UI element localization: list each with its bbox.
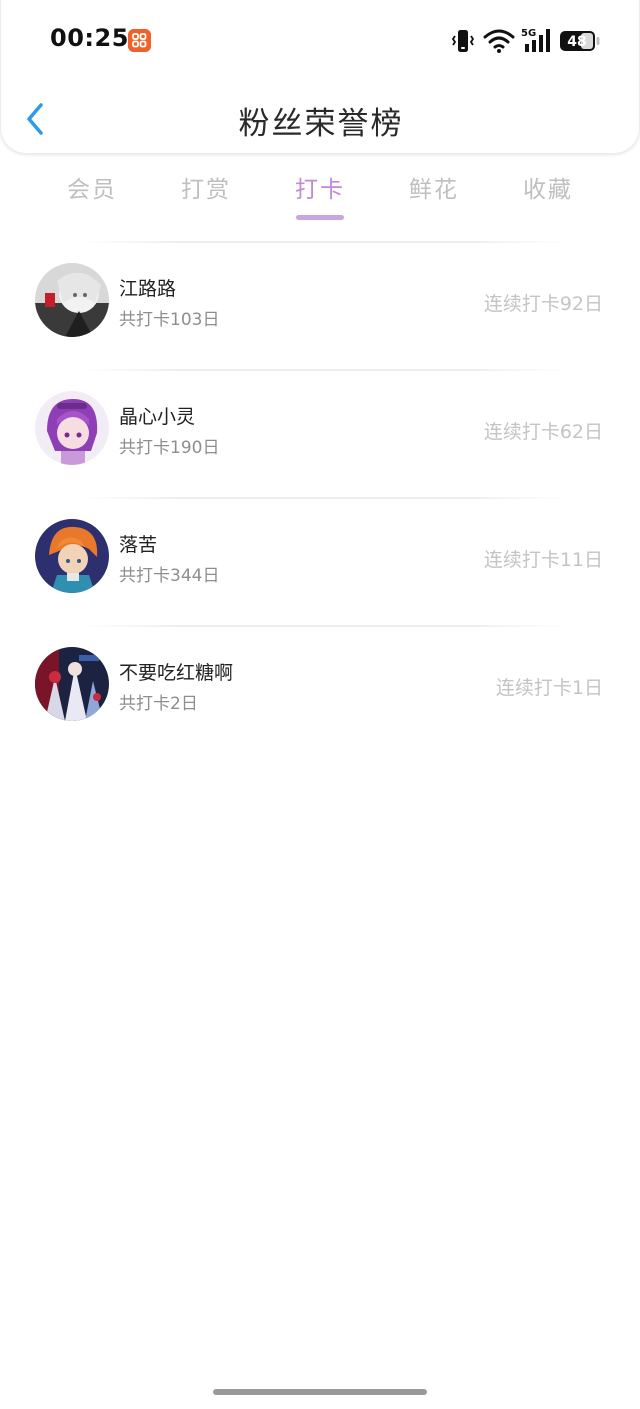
battery-icon: 48 xyxy=(559,30,601,56)
battery-level: 48 xyxy=(567,34,586,50)
fan-total-checkins: 共打卡344日 xyxy=(119,566,220,586)
network-type-label: 5G xyxy=(521,28,536,39)
tab-flowers[interactable]: 鲜花 xyxy=(377,170,491,222)
fan-name: 晶心小灵 xyxy=(119,406,196,428)
wifi-icon xyxy=(483,28,515,58)
avatar xyxy=(35,263,109,337)
tab-checkin-label: 打卡 xyxy=(295,177,345,203)
tab-reward[interactable]: 打赏 xyxy=(149,170,263,222)
avatar xyxy=(35,647,109,721)
list-item[interactable]: 晶心小灵 共打卡190日 连续打卡62日 xyxy=(0,370,640,496)
category-tabs: 会员 打赏 打卡 鲜花 收藏 xyxy=(35,170,605,226)
fan-honor-screen: 00:25 5G 48 粉丝荣誉榜 会员 打赏 打卡 鲜花 收藏 江路路 共打卡… xyxy=(0,0,640,1409)
app-notification-icon xyxy=(128,29,151,52)
active-tab-indicator xyxy=(296,215,344,220)
page-title: 粉丝荣誉榜 xyxy=(238,106,404,142)
avatar xyxy=(35,519,109,593)
tab-member[interactable]: 会员 xyxy=(35,170,149,222)
fan-streak: 连续打卡92日 xyxy=(483,293,603,315)
status-bar: 00:25 5G 48 xyxy=(1,0,640,80)
header-card: 00:25 5G 48 粉丝荣誉榜 xyxy=(0,0,640,154)
fan-streak: 连续打卡11日 xyxy=(483,549,603,571)
tab-favorites[interactable]: 收藏 xyxy=(491,170,605,222)
fan-name: 不要吃红糖啊 xyxy=(119,662,234,684)
list-item[interactable]: 落苦 共打卡344日 连续打卡11日 xyxy=(0,498,640,624)
fan-name: 江路路 xyxy=(119,278,177,300)
avatar xyxy=(35,391,109,465)
fan-total-checkins: 共打卡103日 xyxy=(119,310,220,330)
fan-name: 落苦 xyxy=(119,534,158,556)
fan-total-checkins: 共打卡190日 xyxy=(119,438,220,458)
fan-total-checkins: 共打卡2日 xyxy=(119,694,198,714)
tab-checkin[interactable]: 打卡 xyxy=(263,170,377,222)
status-time: 00:25 xyxy=(50,24,129,52)
list-item[interactable]: 江路路 共打卡103日 连续打卡92日 xyxy=(0,242,640,368)
vibrate-icon xyxy=(451,28,475,58)
fan-streak: 连续打卡62日 xyxy=(483,421,603,443)
cellular-signal-icon: 5G xyxy=(519,26,553,58)
home-indicator[interactable] xyxy=(213,1389,427,1395)
list-item[interactable]: 不要吃红糖啊 共打卡2日 连续打卡1日 xyxy=(0,626,640,752)
fan-streak: 连续打卡1日 xyxy=(495,677,603,699)
